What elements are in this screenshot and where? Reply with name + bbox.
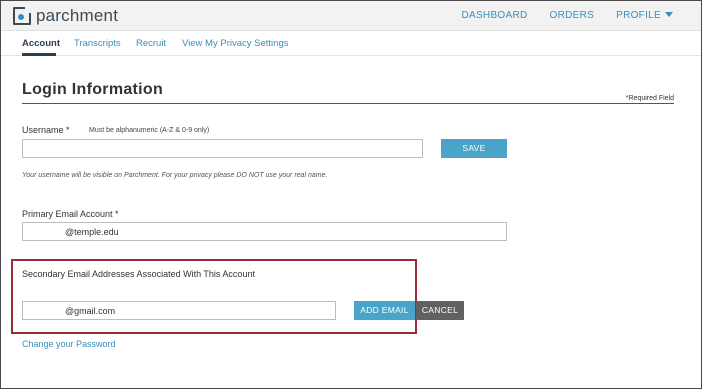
add-email-button[interactable]: ADD EMAIL: [354, 301, 415, 320]
parchment-logo[interactable]: parchment: [13, 6, 118, 26]
save-button[interactable]: SAVE: [441, 139, 507, 158]
tab-recruit[interactable]: Recruit: [136, 38, 166, 49]
tab-transcripts[interactable]: Transcripts: [74, 38, 121, 49]
active-tab-indicator: [22, 53, 56, 56]
username-label: Username *: [22, 125, 70, 135]
nav-profile-label: PROFILE: [616, 10, 661, 21]
nav-orders[interactable]: ORDERS: [550, 10, 595, 21]
cancel-button[interactable]: CANCEL: [416, 301, 464, 320]
title-divider: [22, 103, 674, 104]
top-nav: DASHBOARD ORDERS PROFILE: [439, 10, 673, 21]
page-title: Login Information: [22, 81, 164, 98]
primary-email-label: Primary Email Account *: [22, 209, 119, 219]
secondary-email-label: Secondary Email Addresses Associated Wit…: [22, 269, 255, 279]
top-header: parchment DASHBOARD ORDERS PROFILE: [1, 1, 701, 31]
username-hint: Must be alphanumeric (A-Z & 0-9 only): [89, 127, 210, 134]
change-password-link[interactable]: Change your Password: [22, 339, 116, 349]
account-tabs: Account Transcripts Recruit View My Priv…: [1, 31, 701, 56]
nav-dashboard[interactable]: DASHBOARD: [461, 10, 527, 21]
username-input[interactable]: [22, 139, 423, 158]
required-field-note: *Required Field: [625, 95, 674, 102]
username-privacy-note: Your username will be visible on Parchme…: [22, 172, 328, 179]
primary-email-input[interactable]: @temple.edu: [22, 222, 507, 241]
nav-profile[interactable]: PROFILE: [616, 10, 673, 21]
logo-text: parchment: [36, 6, 119, 25]
tab-privacy-settings[interactable]: View My Privacy Settings: [182, 38, 288, 49]
caret-down-icon: [665, 12, 673, 17]
tab-account[interactable]: Account: [22, 38, 60, 49]
secondary-email-input[interactable]: @gmail.com: [22, 301, 336, 320]
parchment-logo-icon: [13, 6, 32, 25]
